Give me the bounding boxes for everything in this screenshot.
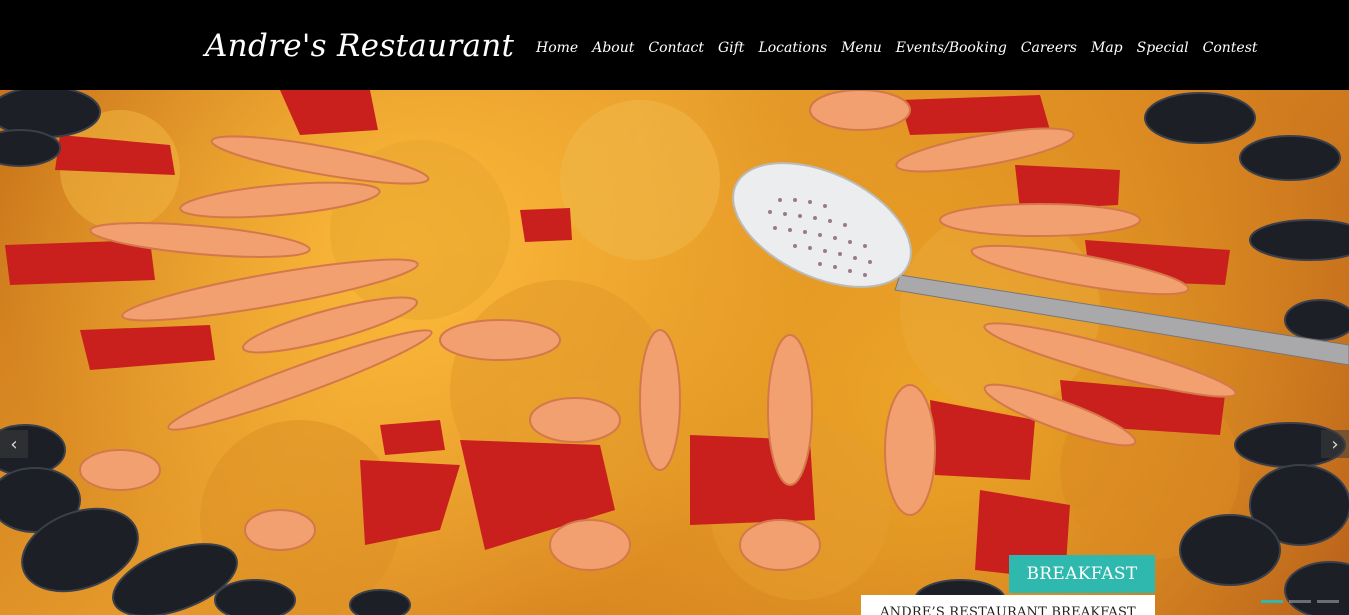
nav-careers[interactable]: Careers	[1021, 40, 1077, 56]
slider-pagination	[1261, 600, 1339, 603]
nav-events-booking[interactable]: Events/Booking	[896, 40, 1007, 56]
hero-slider: ‹ › BREAKFAST ANDRE’S RESTAURANT BREAKFA…	[0, 90, 1349, 615]
chevron-left-icon: ‹	[10, 433, 18, 455]
nav-about[interactable]: About	[592, 40, 634, 56]
main-nav: Home About Contact Gift Locations Menu E…	[536, 40, 1258, 56]
slider-dot-2[interactable]	[1289, 600, 1311, 603]
site-header: Andre's Restaurant Home About Contact Gi…	[0, 0, 1349, 90]
chevron-right-icon: ›	[1331, 433, 1339, 455]
slide-caption-subtitle: ANDRE’S RESTAURANT BREAKFAST	[861, 595, 1155, 615]
nav-special[interactable]: Special	[1137, 40, 1189, 56]
nav-menu[interactable]: Menu	[841, 40, 882, 56]
nav-contest[interactable]: Contest	[1203, 40, 1258, 56]
slider-next-button[interactable]: ›	[1321, 430, 1349, 458]
site-logo[interactable]: Andre's Restaurant	[205, 28, 514, 64]
slider-prev-button[interactable]: ‹	[0, 430, 28, 458]
slider-dot-3[interactable]	[1317, 600, 1339, 603]
nav-contact[interactable]: Contact	[648, 40, 704, 56]
slider-dot-1[interactable]	[1261, 600, 1283, 603]
nav-gift[interactable]: Gift	[718, 40, 744, 56]
slide-caption-title: BREAKFAST	[1009, 555, 1155, 593]
nav-map[interactable]: Map	[1091, 40, 1123, 56]
nav-locations[interactable]: Locations	[758, 40, 827, 56]
nav-home[interactable]: Home	[536, 40, 578, 56]
paella-image	[0, 90, 1349, 615]
